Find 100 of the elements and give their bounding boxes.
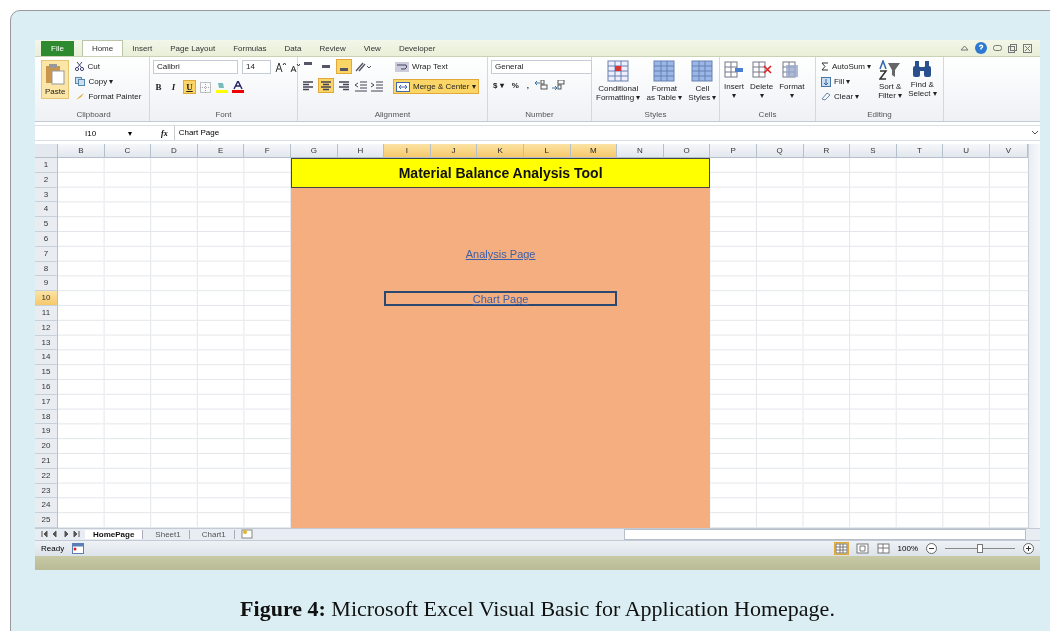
- zoom-in-icon[interactable]: [1023, 542, 1034, 554]
- column-header[interactable]: G: [290, 144, 338, 158]
- column-header[interactable]: K: [477, 144, 524, 158]
- column-header[interactable]: B: [58, 144, 105, 158]
- row-header[interactable]: 1: [35, 158, 58, 173]
- row-header[interactable]: 10: [35, 291, 58, 306]
- column-header[interactable]: Q: [756, 144, 804, 158]
- autosum-button[interactable]: AutoSum ▾: [819, 60, 874, 73]
- column-header[interactable]: D: [151, 144, 198, 158]
- ribbon-tab[interactable]: Developer: [389, 41, 445, 56]
- ribbon-tab[interactable]: View: [354, 41, 390, 56]
- find-select-button[interactable]: Find & Select ▾: [907, 60, 938, 98]
- insert-function-button[interactable]: fx: [161, 128, 168, 138]
- cut-button[interactable]: Cut: [73, 60, 144, 73]
- view-mode-icon[interactable]: [834, 542, 848, 554]
- wrap-text-button[interactable]: Wrap Text: [393, 60, 479, 73]
- cells-button[interactable]: Insert ▾: [723, 60, 745, 100]
- ribbon-tab[interactable]: Home: [81, 40, 124, 56]
- file-tab[interactable]: File: [41, 41, 74, 56]
- font-style-button[interactable]: I: [168, 81, 179, 93]
- font-size-field[interactable]: 14: [242, 60, 271, 74]
- merge-center-button[interactable]: Merge & Center ▾: [393, 79, 479, 94]
- ribbon-tab[interactable]: Review: [310, 41, 355, 56]
- column-header[interactable]: N: [617, 144, 664, 158]
- restore-icon[interactable]: [1008, 43, 1017, 53]
- zoom-slider-thumb[interactable]: [977, 543, 983, 553]
- macro-record-icon[interactable]: [72, 542, 85, 554]
- column-header[interactable]: S: [850, 144, 897, 158]
- cells-button[interactable]: Delete ▾: [749, 60, 775, 100]
- sheet-navigation-icon[interactable]: [41, 530, 81, 539]
- view-mode-icon[interactable]: [855, 542, 869, 554]
- cells-button[interactable]: Format ▾: [778, 60, 806, 100]
- increase-decimal-icon[interactable]: [535, 80, 549, 90]
- format-painter-button[interactable]: Format Painter: [73, 90, 144, 103]
- column-header[interactable]: F: [244, 144, 291, 158]
- row-header[interactable]: 14: [35, 350, 58, 366]
- number-format-button[interactable]: %: [509, 80, 521, 90]
- ribbon-tab[interactable]: Page Layout: [161, 41, 225, 56]
- column-header[interactable]: C: [104, 144, 152, 158]
- sheet-tab[interactable]: HomePage: [85, 529, 144, 539]
- column-header[interactable]: J: [430, 144, 478, 158]
- name-box[interactable]: I10 ▾: [35, 128, 135, 138]
- horizontal-align-icon[interactable]: [319, 79, 333, 92]
- shrink-font-icon[interactable]: [290, 62, 300, 72]
- number-format-button[interactable]: $ ▾: [491, 80, 506, 90]
- column-header[interactable]: E: [197, 144, 245, 158]
- column-header[interactable]: M: [570, 144, 618, 158]
- vertical-align-icon[interactable]: [337, 60, 351, 73]
- column-header[interactable]: V: [989, 144, 1028, 158]
- column-header[interactable]: T: [896, 144, 944, 158]
- row-header[interactable]: 24: [35, 498, 58, 514]
- horizontal-align-icon[interactable]: [301, 79, 315, 92]
- styles-button[interactable]: Format as Table ▾: [645, 60, 684, 102]
- ribbon-tab[interactable]: Insert: [123, 41, 162, 56]
- minimize-icon[interactable]: [993, 45, 1002, 51]
- close-icon[interactable]: [1023, 43, 1032, 53]
- view-mode-icon[interactable]: [876, 542, 890, 554]
- help-icon[interactable]: [975, 42, 987, 54]
- row-header[interactable]: 9: [35, 276, 58, 292]
- fill-color-icon[interactable]: [216, 81, 228, 93]
- increase-indent-icon[interactable]: [371, 79, 383, 92]
- row-header[interactable]: 19: [35, 424, 58, 440]
- column-header[interactable]: P: [710, 144, 757, 158]
- column-header[interactable]: U: [943, 144, 990, 158]
- minimize-ribbon-icon[interactable]: [960, 44, 969, 52]
- sheet-tab[interactable]: Sheet1: [147, 529, 190, 539]
- copy-button[interactable]: Copy ▾: [73, 75, 144, 88]
- text-direction-icon[interactable]: [355, 60, 371, 73]
- number-format-button[interactable]: ,: [524, 80, 532, 90]
- formula-field[interactable]: Chart Page: [173, 126, 1024, 140]
- sheet-tab[interactable]: Chart1: [193, 529, 235, 539]
- font-style-button[interactable]: B: [153, 81, 164, 93]
- decrease-indent-icon[interactable]: [355, 79, 367, 92]
- row-header[interactable]: 20: [35, 439, 58, 454]
- font-style-button[interactable]: U: [183, 80, 196, 94]
- row-header[interactable]: 5: [35, 217, 58, 232]
- column-header[interactable]: H: [337, 144, 385, 158]
- font-color-icon[interactable]: [232, 81, 244, 93]
- horizontal-scrollbar[interactable]: [624, 528, 1026, 540]
- row-header[interactable]: 15: [35, 365, 58, 380]
- horizontal-align-icon[interactable]: [337, 79, 351, 92]
- ribbon-tab[interactable]: Data: [275, 41, 311, 56]
- styles-button[interactable]: Conditional Formatting ▾: [595, 60, 642, 102]
- column-header[interactable]: L: [523, 144, 571, 158]
- sort-filter-button[interactable]: Sort & Filter ▾: [877, 60, 904, 100]
- number-format-field[interactable]: General: [491, 60, 592, 74]
- ribbon-tab[interactable]: Formulas: [224, 41, 276, 56]
- clear-button[interactable]: Clear ▾: [819, 90, 874, 103]
- zoom-out-icon[interactable]: [926, 542, 937, 554]
- styles-button[interactable]: Cell Styles ▾: [687, 60, 718, 102]
- fill-button[interactable]: Fill ▾: [819, 75, 874, 88]
- decrease-decimal-icon[interactable]: [552, 80, 566, 90]
- vertical-scrollbar[interactable]: [1028, 144, 1040, 528]
- font-name-field[interactable]: Calibri: [153, 60, 238, 74]
- paste-button[interactable]: Paste: [41, 60, 70, 99]
- column-header[interactable]: R: [803, 144, 851, 158]
- row-header[interactable]: 4: [35, 202, 58, 218]
- row-header[interactable]: 25: [35, 513, 58, 528]
- grow-font-icon[interactable]: [275, 62, 286, 72]
- column-header[interactable]: O: [663, 144, 711, 158]
